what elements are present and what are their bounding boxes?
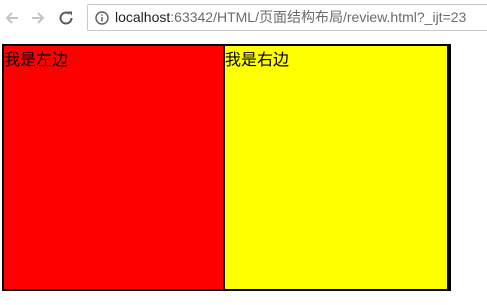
info-icon[interactable] (95, 10, 109, 25)
forward-button[interactable] (28, 8, 48, 28)
reload-icon (59, 11, 73, 25)
url-path: :63342/HTML/页面结构布局/review.html?_ijt=23 (170, 9, 467, 25)
arrow-left-icon (5, 12, 18, 24)
layout-container: 我是左边 我是右边 (2, 44, 451, 291)
back-button[interactable] (2, 8, 22, 28)
arrow-right-icon (32, 12, 45, 24)
left-box: 我是左边 (2, 44, 225, 291)
browser-toolbar: localhost:63342/HTML/页面结构布局/review.html?… (0, 0, 487, 36)
right-box-label: 我是右边 (225, 50, 290, 69)
right-box: 我是右边 (223, 44, 449, 291)
url-host: localhost (115, 9, 171, 25)
url-text: localhost:63342/HTML/页面结构布局/review.html?… (115, 5, 467, 30)
address-bar[interactable]: localhost:63342/HTML/页面结构布局/review.html?… (87, 4, 487, 31)
reload-button[interactable] (56, 8, 76, 28)
page-content: 我是左边 我是右边 (0, 44, 487, 305)
left-box-label: 我是左边 (4, 50, 69, 69)
